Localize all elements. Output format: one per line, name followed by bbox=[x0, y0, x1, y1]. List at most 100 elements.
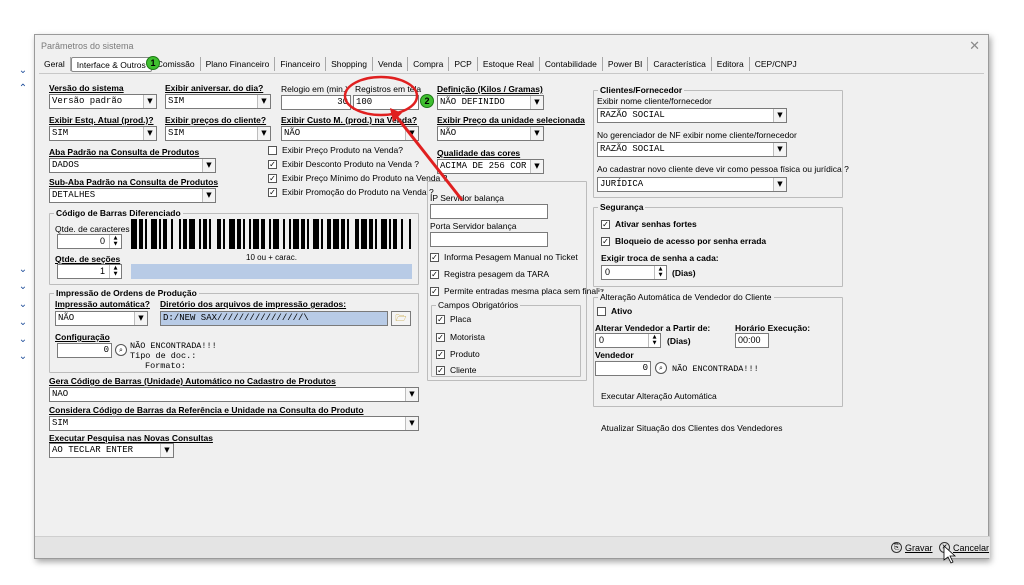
atualizar-link[interactable]: Atualizar Situação dos Clientes dos Vend… bbox=[601, 423, 782, 433]
chk-preco-produto[interactable]: Exibir Preço Produto na Venda? bbox=[268, 145, 403, 155]
search-icon[interactable]: ⌕ bbox=[655, 362, 667, 374]
pesquisa-combo[interactable]: AO TECLAR ENTER ▼ bbox=[49, 443, 174, 458]
chk-produto[interactable]: ✓ Produto bbox=[436, 349, 480, 359]
barcode-bar bbox=[179, 219, 181, 249]
checkbox-checked[interactable]: ✓ bbox=[436, 332, 445, 342]
chevron-down-icon[interactable]: ⌄ bbox=[18, 300, 28, 310]
search-icon[interactable]: ⌕ bbox=[115, 344, 127, 356]
checkbox-checked[interactable]: ✓ bbox=[430, 252, 439, 262]
chevron-down-icon[interactable]: ⌄ bbox=[18, 265, 28, 275]
checkbox[interactable] bbox=[268, 145, 277, 155]
chk-placa[interactable]: ✓ Placa bbox=[436, 314, 471, 324]
chevron-down-icon: ▼ bbox=[160, 444, 173, 457]
qualidade-combo[interactable]: ACIMA DE 256 COR ▼ bbox=[437, 159, 544, 174]
relogio-field[interactable]: 30 bbox=[281, 95, 351, 110]
spin-arrows-icon[interactable]: ▲ ▼ bbox=[109, 265, 121, 278]
nf-value: RAZÃO SOCIAL bbox=[600, 144, 665, 154]
precos-combo[interactable]: SIM ▼ bbox=[165, 126, 271, 141]
barcode-bar bbox=[361, 219, 367, 249]
alterar-spin[interactable]: 0 ▲ ▼ bbox=[595, 333, 661, 348]
checkbox-checked[interactable]: ✓ bbox=[430, 286, 439, 296]
subaba-combo[interactable]: DETALHES ▼ bbox=[49, 188, 216, 203]
chk-permite[interactable]: ✓ Permite entradas mesma placa sem finali… bbox=[430, 286, 604, 296]
custo-label: Exibir Custo M. (prod.) na Venda? bbox=[281, 115, 418, 125]
precos-value: SIM bbox=[168, 128, 185, 138]
cadastrar-combo[interactable]: JURÍDICA ▼ bbox=[597, 177, 787, 192]
barcode-bar bbox=[321, 219, 323, 249]
registros-field[interactable]: 100 bbox=[353, 95, 419, 110]
aniversar-value: SIM bbox=[168, 96, 185, 106]
chk-motorista[interactable]: ✓ Motorista bbox=[436, 332, 485, 342]
barcode-preview-bar bbox=[131, 264, 412, 279]
nf-combo[interactable]: RAZÃO SOCIAL ▼ bbox=[597, 142, 787, 157]
gravar-button[interactable]: ⎘ Gravar bbox=[891, 542, 933, 553]
barcode-bar bbox=[253, 219, 259, 249]
checkbox[interactable] bbox=[597, 306, 606, 316]
qtde-caracteres-spin[interactable]: 0 ▲ ▼ bbox=[57, 234, 122, 249]
chk-promocao[interactable]: ✓ Exibir Promoção do Produto na Venda ? bbox=[268, 187, 434, 197]
checkbox-checked[interactable]: ✓ bbox=[430, 269, 439, 279]
troca-spin[interactable]: 0 ▲ ▼ bbox=[601, 265, 667, 280]
chevron-down-icon[interactable]: ⌄ bbox=[18, 66, 28, 76]
chk-ativo[interactable]: Ativo bbox=[597, 306, 632, 316]
chevron-down-icon[interactable]: ⌄ bbox=[18, 335, 28, 345]
impressao-auto-combo[interactable]: NÃO ▼ bbox=[55, 311, 148, 326]
custo-value: NÃO bbox=[284, 128, 301, 138]
checkbox-checked[interactable]: ✓ bbox=[436, 349, 445, 359]
chk-preco-minimo[interactable]: ✓ Exibir Preço Mínimo do Produto na Venda… bbox=[268, 173, 447, 183]
chevron-down-icon[interactable]: ⌄ bbox=[18, 282, 28, 292]
checkbox-checked[interactable]: ✓ bbox=[268, 159, 277, 169]
barcode-bar bbox=[289, 219, 291, 249]
porta-field[interactable] bbox=[430, 232, 548, 247]
horario-field[interactable]: 00:00 bbox=[735, 333, 769, 348]
definicao-combo[interactable]: NÃO DEFINIDO ▼ bbox=[437, 95, 544, 110]
checkbox-checked[interactable]: ✓ bbox=[436, 314, 445, 324]
folder-icon[interactable]: 🗁 bbox=[391, 311, 411, 326]
considera-combo[interactable]: SIM ▼ bbox=[49, 416, 419, 431]
spin-arrows-icon[interactable]: ▲ ▼ bbox=[109, 235, 121, 248]
chk-informa[interactable]: ✓ Informa Pesagem Manual no Ticket bbox=[430, 252, 578, 262]
chevron-down-icon: ▼ bbox=[530, 96, 543, 109]
preco-unidade-value: NÃO bbox=[440, 128, 457, 138]
chk-registra[interactable]: ✓ Registra pesagem da TARA bbox=[430, 269, 549, 279]
barcode-bar bbox=[375, 219, 377, 249]
estq-combo[interactable]: SIM ▼ bbox=[49, 126, 157, 141]
checkbox-checked[interactable]: ✓ bbox=[601, 219, 610, 229]
checkbox-checked[interactable]: ✓ bbox=[601, 236, 610, 246]
exibir-nome-combo[interactable]: RAZÃO SOCIAL ▼ bbox=[597, 108, 787, 123]
checkbox-checked[interactable]: ✓ bbox=[436, 365, 445, 375]
chevron-up-icon[interactable]: ⌃ bbox=[18, 84, 28, 94]
qtde-secoes-value: 1 bbox=[99, 266, 105, 276]
chk-desconto[interactable]: ✓ Exibir Desconto Produto na Venda ? bbox=[268, 159, 419, 169]
chevron-down-icon[interactable]: ⌄ bbox=[18, 352, 28, 362]
aniversar-combo[interactable]: SIM ▼ bbox=[165, 94, 271, 109]
executar-link[interactable]: Executar Alteração Automática bbox=[601, 391, 717, 401]
custo-combo[interactable]: NÃO ▼ bbox=[281, 126, 419, 141]
alterar-dias: (Dias) bbox=[667, 336, 691, 346]
barcode-bar bbox=[217, 219, 221, 249]
aba-combo[interactable]: DADOS ▼ bbox=[49, 158, 216, 173]
spin-arrows-icon[interactable]: ▲ ▼ bbox=[648, 334, 660, 347]
gera-cod-combo[interactable]: NAO ▼ bbox=[49, 387, 419, 402]
tab-content: Versão do sistema Versão padrão ▼ Exibir … bbox=[35, 35, 990, 560]
chevron-down-icon[interactable]: ⌄ bbox=[18, 318, 28, 328]
aniversar-label: Exibir aniversar. do dia? bbox=[165, 83, 264, 93]
considera-label: Considera Código de Barras da Referência… bbox=[49, 405, 364, 415]
checkbox-checked[interactable]: ✓ bbox=[268, 187, 277, 197]
vendedor-field[interactable]: 0 bbox=[595, 361, 651, 376]
checkbox-checked[interactable]: ✓ bbox=[268, 173, 277, 183]
diretorio-field[interactable]: D:/NEW SAX////////////////\ bbox=[160, 311, 388, 326]
configuracao-field[interactable]: 0 bbox=[57, 343, 112, 358]
versao-combo[interactable]: Versão padrão ▼ bbox=[49, 94, 157, 109]
chk-bloqueio[interactable]: ✓ Bloqueio de acesso por senha errada bbox=[601, 236, 766, 246]
barcode-caption: 10 ou + carac. bbox=[246, 253, 297, 262]
spin-arrows-icon[interactable]: ▲ ▼ bbox=[654, 266, 666, 279]
ip-field[interactable] bbox=[430, 204, 548, 219]
chk-senhas-fortes[interactable]: ✓ Ativar senhas fortes bbox=[601, 219, 697, 229]
chk-cliente[interactable]: ✓ Cliente bbox=[436, 365, 476, 375]
chk-senhas-fortes-label: Ativar senhas fortes bbox=[615, 219, 697, 229]
preco-unidade-combo[interactable]: NÃO ▼ bbox=[437, 126, 544, 141]
barcode-bar bbox=[199, 219, 201, 249]
cancelar-button[interactable]: ✕ Cancelar bbox=[939, 542, 989, 553]
qtde-secoes-spin[interactable]: 1 ▲ ▼ bbox=[57, 264, 122, 279]
